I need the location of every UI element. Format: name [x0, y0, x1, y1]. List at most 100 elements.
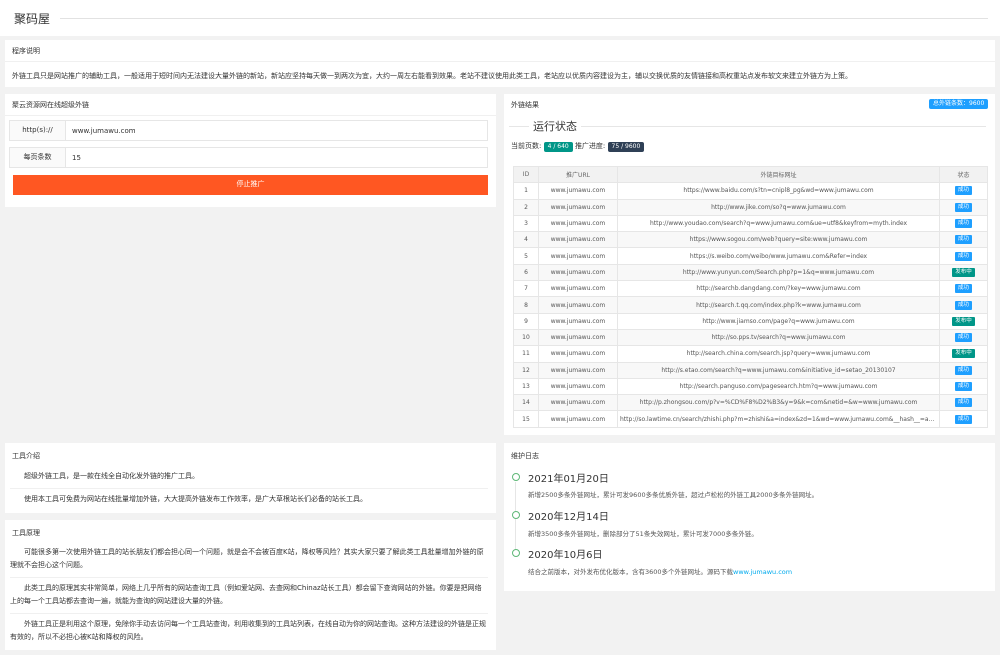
url-row: http(s):// — [9, 120, 488, 141]
row-id: 2 — [513, 198, 539, 216]
tool-principle-p1: 可能很多第一次使用外链工具的站长朋友们都会担心同一个问题，就是会不会被百度K站，… — [10, 548, 484, 569]
row-target: http://www.youdao.com/search?q=www.jumaw… — [617, 214, 940, 233]
row-url: www.jumawu.com — [538, 394, 618, 412]
table-row: 2 www.jumawu.com http://www.jike.com/so?q=… — [513, 198, 988, 216]
row-status-cell: 成功 — [939, 410, 988, 428]
row-id: 4 — [513, 231, 539, 249]
url-input[interactable] — [66, 121, 487, 140]
row-id: 7 — [513, 280, 539, 298]
row-status-cell: 成功 — [939, 214, 988, 233]
row-target: http://search.china.com/search.jsp?query… — [617, 345, 940, 363]
row-target: https://www.sogou.com/web?query=site:www… — [617, 231, 940, 249]
status-badge: 发布中 — [952, 316, 975, 326]
timeline-dot — [512, 473, 520, 481]
count-input[interactable] — [66, 148, 487, 167]
status-badge: 成功 — [954, 333, 972, 343]
tool-principle-divider-1 — [10, 577, 488, 578]
row-url: www.jumawu.com — [538, 182, 618, 200]
row-status-cell: 成功 — [939, 231, 988, 249]
download-link[interactable]: www.jumawu.com — [733, 568, 792, 576]
table-row: 10 www.jumawu.com http://so.pps.tv/search?… — [513, 328, 988, 347]
row-status-cell: 成功 — [939, 296, 988, 314]
page-label: 当前页数: — [511, 142, 542, 150]
tool-principle-heading: 工具原理 — [12, 529, 40, 537]
row-target: http://search.panguso.com/pagesearch.htm… — [617, 377, 940, 396]
row-target: http://www.yunyun.com/Search.php?p=1&q=w… — [617, 263, 940, 282]
table-header-row: ID 推广URL 外链目标网址 状态 — [513, 165, 988, 184]
row-id: 8 — [513, 296, 539, 314]
row-status-cell: 成功 — [939, 182, 988, 200]
row-target: https://www.baidu.com/s?tn=cnipl8_pg&wd=… — [617, 182, 940, 200]
row-target: http://searchb.dangdang.com/?key=www.jum… — [617, 280, 940, 298]
row-status-cell: 成功 — [939, 377, 988, 396]
table-row: 4 www.jumawu.com https://www.sogou.com/web… — [513, 231, 988, 249]
stop-button[interactable]: 停止推广 — [13, 175, 488, 195]
table-row: 13 www.jumawu.com http://search.panguso.co… — [513, 377, 988, 396]
status-badge: 成功 — [954, 398, 972, 408]
table-row: 8 www.jumawu.com http://search.t.qq.com/in… — [513, 296, 988, 314]
row-target: http://www.jike.com/so?q=www.jumawu.com — [617, 198, 940, 216]
tool-intro-p2: 使用本工具可免费为网站在线批量增加外链，大大提高外链发布工作效率，是广大草根站长… — [24, 495, 367, 503]
progress-line: 当前页数: 4 / 640 推广进度: 75 / 9600 — [511, 141, 645, 152]
row-url: www.jumawu.com — [538, 410, 618, 428]
row-target: http://s.etao.com/search?q=www.jumawu.co… — [617, 361, 940, 379]
row-target: http://www.jiamso.com/page?q=www.jumawu.… — [617, 312, 940, 330]
row-url: www.jumawu.com — [538, 377, 618, 396]
row-target: http://so.lawtime.cn/search/zhishi.php?m… — [617, 410, 940, 428]
changelog-date: 2020年12月14日 — [528, 512, 609, 523]
top-header: 聚码屋 — [0, 0, 1000, 36]
results-heading: 外链结果 — [511, 101, 539, 109]
col-target: 外链目标网址 — [617, 165, 940, 184]
table-row: 12 www.jumawu.com http://s.etao.com/search… — [513, 361, 988, 379]
row-target: http://so.pps.tv/search?q=www.jumawu.com — [617, 328, 940, 347]
status-badge: 成功 — [954, 382, 972, 391]
row-id: 10 — [513, 328, 539, 347]
status-badge: 发布中 — [952, 349, 975, 359]
row-status-cell: 发布中 — [939, 312, 988, 330]
total-count-badge: 总外链条数：9600 — [929, 99, 989, 109]
row-status-cell: 成功 — [939, 198, 988, 216]
row-url: www.jumawu.com — [538, 345, 618, 363]
url-label: http(s):// — [10, 121, 66, 140]
row-target: https://s.weibo.com/weibo/www.jumawu.com… — [617, 247, 940, 265]
changelog-date: 2020年10月6日 — [528, 550, 603, 561]
row-url: www.jumawu.com — [538, 361, 618, 379]
row-url: www.jumawu.com — [538, 231, 618, 249]
table-row: 3 www.jumawu.com http://www.youdao.com/sea… — [513, 214, 988, 233]
site-title: 聚码屋 — [14, 12, 51, 26]
row-url: www.jumawu.com — [538, 247, 618, 265]
row-id: 13 — [513, 377, 539, 396]
row-id: 5 — [513, 247, 539, 265]
tool-principle-divider-2 — [10, 613, 488, 614]
row-url: www.jumawu.com — [538, 263, 618, 282]
row-status-cell: 成功 — [939, 394, 988, 412]
progress-badge: 75 / 9600 — [607, 142, 645, 152]
table-row: 5 www.jumawu.com https://s.weibo.com/weibo… — [513, 247, 988, 265]
row-url: www.jumawu.com — [538, 312, 618, 330]
row-id: 14 — [513, 394, 539, 412]
changelog-desc: 结合之前版本，对外发布优化版本，含有3600多个外链网址。源码下载www.jum… — [528, 566, 792, 576]
row-url: www.jumawu.com — [538, 328, 618, 347]
links-table: ID 推广URL 外链目标网址 状态 1 www.jumawu.com https:… — [513, 165, 988, 428]
row-url: www.jumawu.com — [538, 296, 618, 314]
status-badge: 成功 — [954, 186, 972, 196]
row-status-cell: 成功 — [939, 247, 988, 265]
row-id: 15 — [513, 410, 539, 428]
header-divider — [60, 18, 988, 19]
progress-label: 推广进度: — [574, 142, 606, 150]
table-row: 15 www.jumawu.com http://so.lawtime.cn/sea… — [513, 410, 988, 428]
table-row: 11 www.jumawu.com http://search.china.com/… — [513, 345, 988, 363]
program-card: 程序说明 外链工具只是网站推广的辅助工具，一般适用于短时间内无法建设大量外链的新… — [5, 40, 995, 87]
changelog-heading: 维护日志 — [511, 452, 539, 460]
status-badge: 成功 — [954, 414, 972, 424]
status-badge: 成功 — [954, 235, 972, 245]
changelog-desc-text: 结合之前版本，对外发布优化版本，含有3600多个外链网址。源码下载 — [528, 568, 734, 576]
status-badge: 成功 — [954, 284, 972, 294]
page-badge: 4 / 640 — [543, 142, 573, 152]
col-id: ID — [513, 165, 539, 184]
status-badge: 成功 — [954, 219, 972, 229]
tool-intro-p1: 超级外链工具，是一款在线全自动化发外链的推广工具。 — [24, 472, 199, 480]
row-id: 3 — [513, 214, 539, 233]
table-row: 7 www.jumawu.com http://searchb.dangdang.c… — [513, 280, 988, 298]
tool-principle-p2: 此类工具的原理其实非常简单，网络上几乎所有的网站查询工具（例如爱站网、去查网和C… — [10, 584, 482, 605]
